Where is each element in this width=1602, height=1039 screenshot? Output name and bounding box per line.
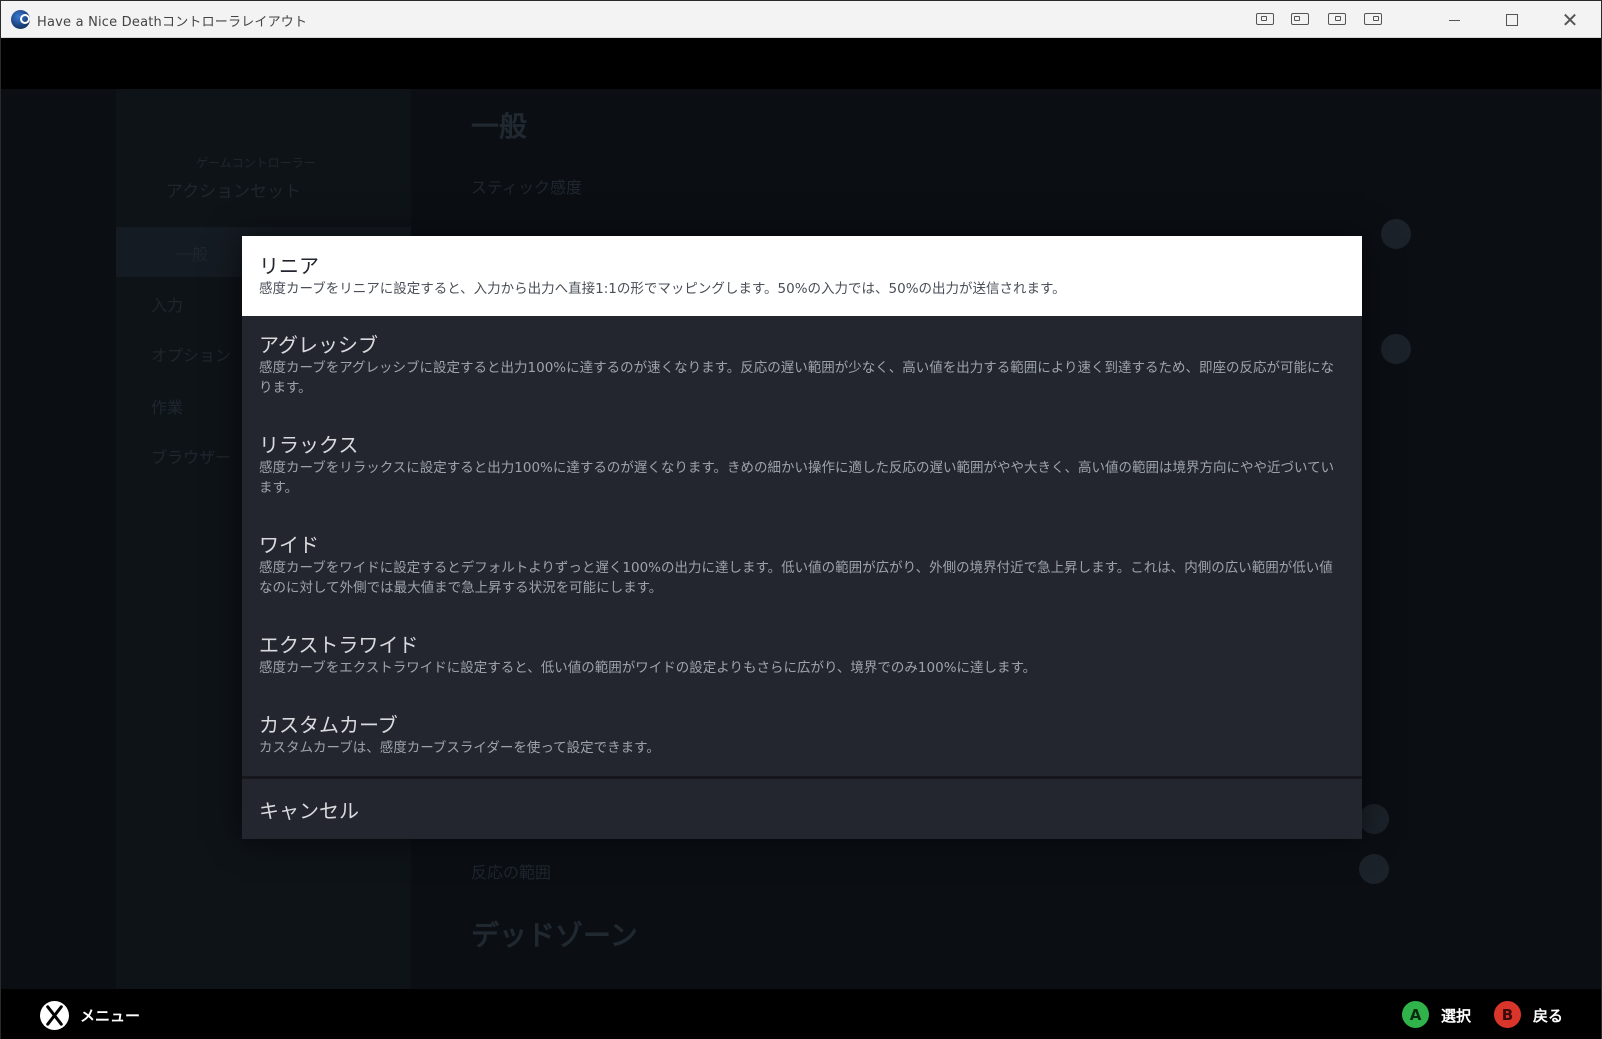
a-button-icon[interactable]: A	[1402, 1001, 1429, 1028]
select-label[interactable]: 選択	[1441, 1005, 1471, 1026]
slider-knob[interactable]	[1381, 334, 1411, 364]
option-title: エクストラワイド	[259, 633, 419, 657]
option-description: 感度カーブをリラックスに設定すると出力100%に達するのが遅くなります。きめの細…	[259, 460, 1335, 496]
title-bar: Have a Nice Deathコントローラレイアウト ✕	[1, 1, 1601, 38]
section-heading-general: 一般	[471, 110, 528, 143]
xbox-guide-icon[interactable]	[40, 1001, 69, 1030]
maximize-button[interactable]	[1489, 7, 1535, 33]
section-heading-deadzone: デッドゾーン	[471, 919, 638, 952]
sidebar-item-general[interactable]: 一般	[176, 241, 208, 265]
option-relaxed[interactable]: リラックス 感度カーブをリラックスに設定すると出力100%に達するのが遅くなりま…	[242, 416, 1362, 516]
option-extra-wide[interactable]: エクストラワイド 感度カーブをエクストラワイドに設定すると、低い値の範囲がワイド…	[242, 616, 1362, 696]
row-label-sensitivity: スティック感度	[471, 178, 583, 197]
screenshot-icon[interactable]	[1256, 13, 1274, 25]
option-title: リラックス	[259, 433, 359, 457]
cancel-label: キャンセル	[259, 798, 359, 823]
slider-knob[interactable]	[1381, 219, 1411, 249]
option-wide[interactable]: ワイド 感度カーブをワイドに設定するとデフォルトよりずっと遅く100%の出力に達…	[242, 516, 1362, 616]
option-title: アグレッシブ	[259, 333, 378, 357]
option-title: ワイド	[259, 533, 319, 557]
sidebar-heading: アクションセット	[166, 182, 302, 202]
sidebar-item-work[interactable]: 作業	[151, 394, 183, 418]
layout-toggle-icon[interactable]	[1291, 13, 1309, 25]
cancel-button[interactable]: キャンセル	[242, 779, 1362, 839]
b-button-icon[interactable]: B	[1494, 1001, 1521, 1028]
option-title: カスタムカーブ	[259, 713, 398, 737]
sidebar-item-options[interactable]: オプション	[151, 342, 231, 366]
minimize-button[interactable]	[1431, 7, 1477, 33]
sidebar-item-input[interactable]: 入力	[151, 292, 183, 316]
controller-layout-icon[interactable]	[1328, 13, 1346, 25]
toggle-knob[interactable]	[1359, 804, 1389, 834]
sidebar-caption: ゲームコントローラー	[196, 156, 316, 170]
back-label[interactable]: 戻る	[1533, 1005, 1563, 1026]
option-description: 感度カーブをワイドに設定するとデフォルトよりずっと遅く100%の出力に達します。…	[259, 560, 1333, 596]
option-description: 感度カーブをアグレッシブに設定すると出力100%に達するのが速くなります。反応の…	[259, 360, 1334, 396]
sidebar-item-browser[interactable]: ブラウザー	[151, 444, 231, 468]
steam-icon	[11, 10, 30, 29]
toggle-knob[interactable]	[1359, 854, 1389, 884]
option-custom-curve[interactable]: カスタムカーブ カスタムカーブは、感度カーブスライダーを使って設定できます。	[242, 696, 1362, 776]
option-description: 感度カーブをリニアに設定すると、入力から出力へ直接1:1の形でマッピングします。…	[259, 281, 1066, 297]
option-title: リニア	[259, 254, 319, 278]
row-label-range: 反応の範囲	[471, 863, 552, 882]
option-linear[interactable]: リニア 感度カーブをリニアに設定すると、入力から出力へ直接1:1の形でマッピング…	[242, 236, 1362, 316]
sensitivity-curve-menu: リニア 感度カーブをリニアに設定すると、入力から出力へ直接1:1の形でマッピング…	[242, 236, 1362, 839]
app-window: Have a Nice Deathコントローラレイアウト ✕ ゲームコントローラ…	[0, 0, 1602, 1039]
close-button[interactable]: ✕	[1547, 7, 1593, 33]
option-description: 感度カーブをエクストラワイドに設定すると、低い値の範囲がワイドの設定よりもさらに…	[259, 660, 1037, 676]
footer-menu-label[interactable]: メニュー	[80, 1005, 140, 1026]
option-aggressive[interactable]: アグレッシブ 感度カーブをアグレッシブに設定すると出力100%に達するのが速くな…	[242, 316, 1362, 416]
window-title: Have a Nice Deathコントローラレイアウト	[37, 15, 308, 30]
overlay-icon[interactable]	[1364, 13, 1382, 25]
option-description: カスタムカーブは、感度カーブスライダーを使って設定できます。	[259, 740, 660, 756]
footer-bar: メニュー A 選択 B 戻る	[1, 989, 1601, 1039]
